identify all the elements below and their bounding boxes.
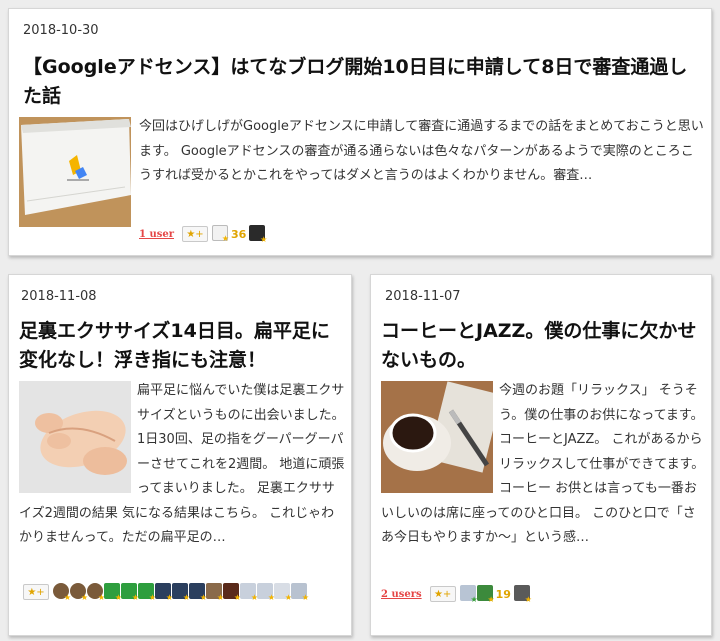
bookmark-meta: 2 users ★+ ★ ★ 19 ★ <box>381 585 701 604</box>
user-avatar-icon[interactable]: ★ <box>53 583 71 602</box>
user-avatar-icon[interactable]: ★ <box>189 583 207 602</box>
bookmark-meta: 1 user ★+ ★ 36 ★ <box>139 225 679 244</box>
entry-date: 2018-10-30 <box>23 23 99 38</box>
entry-title-link[interactable]: コーヒーとJAZZ。僕の仕事に欠かせないもの。 <box>381 320 696 371</box>
user-avatar-icon[interactable]: ★ <box>223 583 241 602</box>
entry-card: 2018-10-30 【Googleアドセンス】はてなブログ開始10日目に申請し… <box>8 8 712 256</box>
user-avatar-icon[interactable]: ★ <box>240 583 258 602</box>
user-avatar-icon[interactable]: ★ <box>206 583 224 602</box>
bookmark-meta: ★+ ★ ★ ★ ★ ★ ★ ★ ★ ★ ★ ★ ★ ★ ★ ★ <box>23 583 343 602</box>
user-avatar-icon[interactable]: ★ <box>513 585 532 604</box>
entry-title: 【Googleアドセンス】はてなブログ開始10日目に申請して8日で審査通過した話 <box>23 53 703 111</box>
add-star-button[interactable]: ★+ <box>23 584 49 600</box>
user-avatar-icon[interactable]: ★ <box>249 225 267 244</box>
bookmark-users-link[interactable]: 2 users <box>381 589 422 600</box>
add-star-button[interactable]: ★+ <box>429 586 456 602</box>
star-count[interactable]: 19 <box>496 588 511 601</box>
entry-title: コーヒーとJAZZ。僕の仕事に欠かせないもの。 <box>381 317 707 375</box>
add-star-button[interactable]: ★+ <box>181 226 208 242</box>
bookmark-users-link[interactable]: 1 user <box>139 229 174 240</box>
user-avatar-icon[interactable]: ★ <box>104 583 122 602</box>
entry-title-link[interactable]: 足裏エクササイズ14日目。扁平足に変化なし！浮き指にも注意！ <box>19 320 330 371</box>
entry-excerpt: 扁平足に悩んでいた僕は足裏エクササイズというものに出会いました。 1日30回、足… <box>19 379 345 551</box>
user-avatar-icon[interactable]: ★ <box>155 583 173 602</box>
entry-thumbnail[interactable] <box>19 117 131 227</box>
user-avatar-icon[interactable]: ★ <box>257 583 275 602</box>
user-avatar-icon[interactable]: ★ <box>138 583 156 602</box>
user-avatar-icon[interactable]: ★ <box>476 585 495 604</box>
stamp-icon[interactable]: ★ <box>211 225 229 243</box>
user-avatar-icon[interactable]: ★ <box>172 583 190 602</box>
user-avatar-icon[interactable]: ★ <box>291 583 309 602</box>
user-avatar-icon[interactable]: ★ <box>70 583 88 602</box>
entry-card: 2018-11-08 足裏エクササイズ14日目。扁平足に変化なし！浮き指にも注意… <box>8 274 352 636</box>
entry-date: 2018-11-08 <box>21 289 97 304</box>
user-avatar-icon[interactable]: ★ <box>121 583 139 602</box>
entry-title-link[interactable]: 【Googleアドセンス】はてなブログ開始10日目に申請して8日で審査通過した話 <box>23 56 687 107</box>
entry-card: 2018-11-07 コーヒーとJAZZ。僕の仕事に欠かせないもの。 今週のお題… <box>370 274 712 636</box>
star-count[interactable]: 36 <box>231 228 246 241</box>
entry-date: 2018-11-07 <box>385 289 461 304</box>
user-avatar-icon[interactable]: ★ <box>274 583 292 602</box>
user-avatar-icon[interactable]: ★ <box>87 583 105 602</box>
user-avatar-icon[interactable]: ★ <box>459 585 478 604</box>
entry-excerpt: 今回はひげしげがGoogleアドセンスに申請して審査に通過するまでの話をまとめて… <box>139 119 704 183</box>
entry-excerpt: 今週のお題「リラックス」 そうそう。僕の仕事のお供になってます。 コーヒーとJA… <box>381 379 707 551</box>
entry-title: 足裏エクササイズ14日目。扁平足に変化なし！浮き指にも注意！ <box>19 317 345 375</box>
